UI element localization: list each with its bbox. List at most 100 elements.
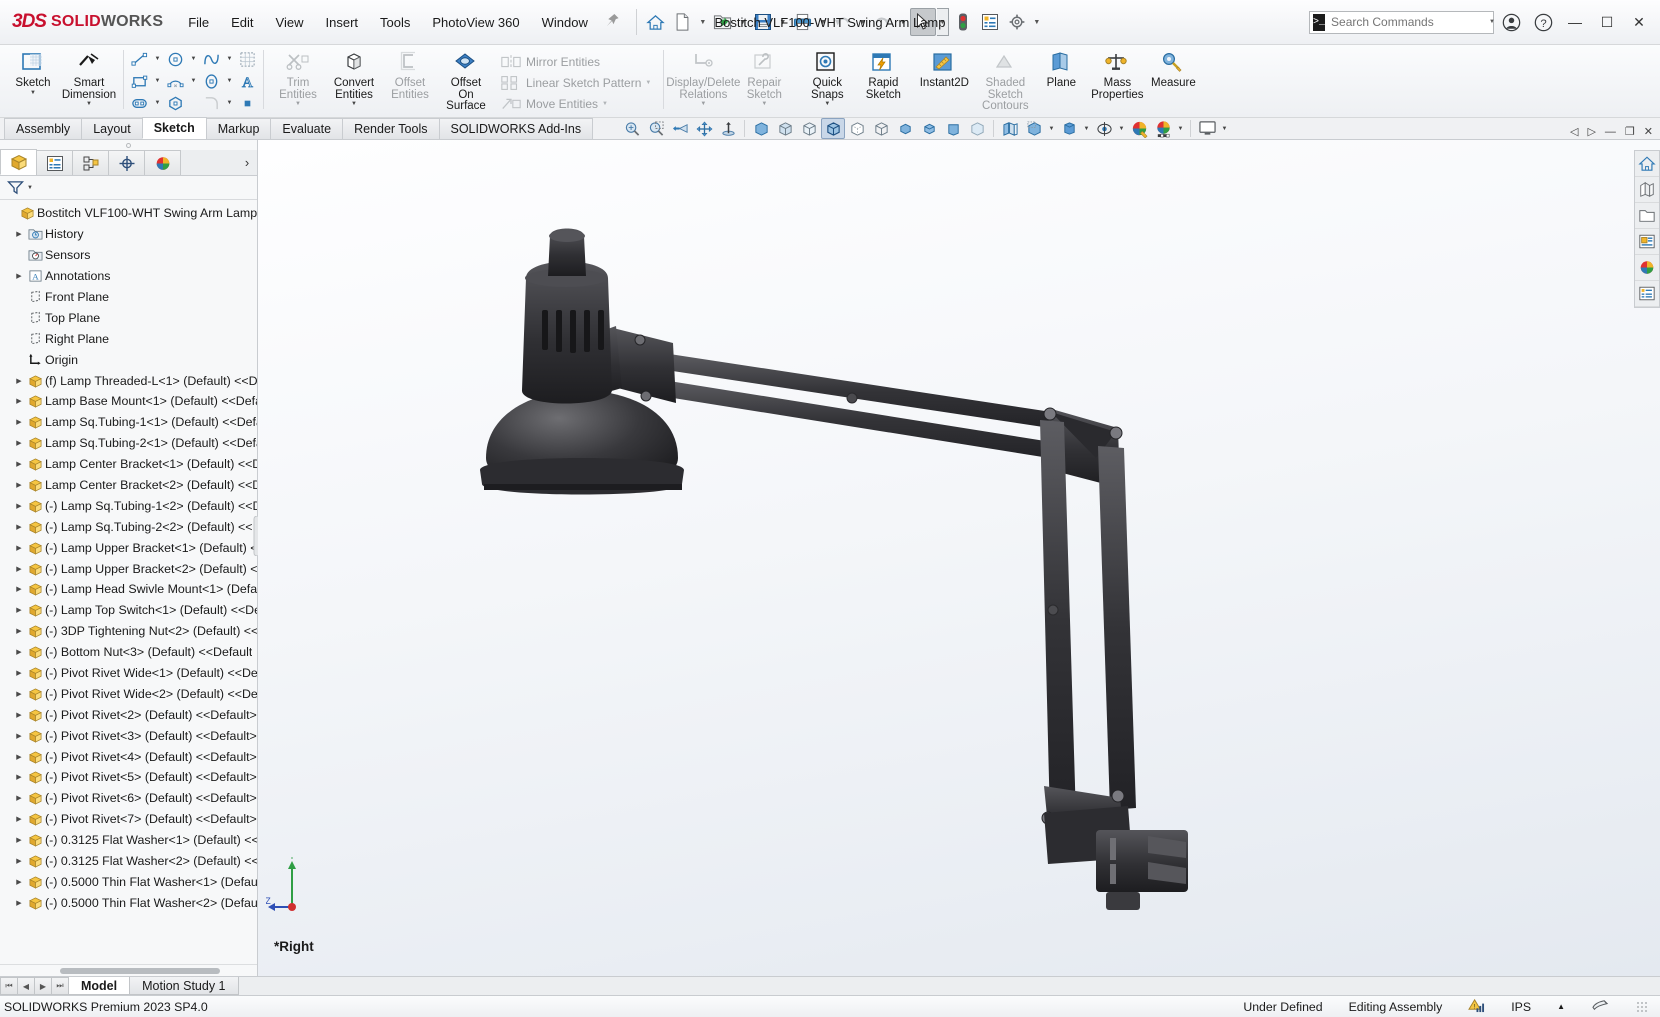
expand-arrow-icon[interactable]: ▶ bbox=[12, 418, 26, 426]
offset-entities-button[interactable]: OffsetEntities ▼ bbox=[382, 46, 438, 108]
instant2d-button[interactable]: Instant2D bbox=[911, 46, 977, 90]
smart-dimension-caret-icon[interactable]: ▼ bbox=[86, 101, 92, 108]
custom-properties-icon[interactable] bbox=[1635, 229, 1659, 255]
move-entities-button[interactable]: Move Entities ▼ bbox=[500, 93, 614, 114]
view-settings-icon[interactable] bbox=[1092, 118, 1116, 139]
polygon-icon[interactable] bbox=[163, 93, 188, 114]
expand-arrow-icon[interactable]: ▶ bbox=[12, 815, 26, 823]
expand-arrow-icon[interactable]: ▶ bbox=[12, 565, 26, 573]
expand-arrow-icon[interactable]: ▶ bbox=[12, 439, 26, 447]
tree-item[interactable]: ▶ (-) Pivot Rivet<4> (Default) <<Default> bbox=[0, 746, 257, 767]
ellipse-icon[interactable] bbox=[199, 71, 224, 92]
shaded-sketch-contours-button[interactable]: Shaded Sketch Contours bbox=[977, 46, 1033, 113]
next-window-button[interactable]: ▷ bbox=[1584, 125, 1598, 138]
slot-caret-icon[interactable]: ▼ bbox=[152, 93, 163, 114]
tree-item[interactable]: ▶ (-) Lamp Head Swivle Mount<1> (Defau bbox=[0, 579, 257, 600]
redo-icon[interactable] bbox=[870, 8, 896, 36]
display-states-icon[interactable] bbox=[1635, 281, 1659, 307]
circle-caret-icon[interactable]: ▼ bbox=[188, 49, 199, 70]
display-delete-relations-caret-icon[interactable]: ▼ bbox=[700, 101, 706, 108]
zoom-to-area-icon[interactable] bbox=[644, 118, 668, 139]
close-button[interactable]: ✕ bbox=[1624, 7, 1654, 37]
pin-icon[interactable] bbox=[599, 13, 630, 32]
convert-entities-button[interactable]: Convert Entities ▼ bbox=[326, 46, 382, 108]
menu-file[interactable]: File bbox=[177, 11, 220, 34]
tree-item[interactable]: ▶ Lamp Sq.Tubing-2<1> (Default) <<Defa bbox=[0, 433, 257, 454]
slot-icon[interactable] bbox=[127, 93, 152, 114]
tree-item[interactable]: ▶ Top Plane bbox=[0, 307, 257, 328]
ellipse-caret-icon[interactable]: ▼ bbox=[224, 71, 235, 92]
expand-arrow-icon[interactable]: ▶ bbox=[12, 711, 26, 719]
expand-arrow-icon[interactable]: ▶ bbox=[12, 627, 26, 635]
expand-arrow-icon[interactable]: ▶ bbox=[12, 544, 26, 552]
tree-item[interactable]: ▶ (-) Pivot Rivet Wide<2> (Default) <<Def bbox=[0, 683, 257, 704]
display-style-hidden-lines-icon[interactable] bbox=[845, 118, 869, 139]
restore-doc-button[interactable]: ❐ bbox=[1622, 125, 1638, 138]
menu-view[interactable]: View bbox=[265, 11, 315, 34]
expand-arrow-icon[interactable]: ▶ bbox=[12, 732, 26, 740]
tree-item[interactable]: ▶ (-) Lamp Top Switch<1> (Default) <<De bbox=[0, 600, 257, 621]
appearance-ball-icon[interactable] bbox=[1127, 118, 1151, 139]
expand-arrow-icon[interactable]: ▶ bbox=[12, 794, 26, 802]
warning-chart-icon[interactable]: ! bbox=[1468, 997, 1485, 1016]
expand-arrow-icon[interactable]: ▶ bbox=[12, 648, 26, 656]
expand-arrow-icon[interactable]: ▶ bbox=[12, 773, 26, 781]
tab-assembly[interactable]: Assembly bbox=[4, 118, 83, 139]
spline-icon[interactable] bbox=[199, 49, 224, 70]
tree-item[interactable]: ▶ (-) Lamp Upper Bracket<1> (Default) << bbox=[0, 537, 257, 558]
expand-arrow-icon[interactable]: ▶ bbox=[12, 857, 26, 865]
prev-window-button[interactable]: ◁ bbox=[1567, 125, 1581, 138]
menu-bar[interactable]: File Edit View Insert Tools PhotoView 36… bbox=[177, 11, 630, 34]
tree-item[interactable]: ▶ (-) 0.3125 Flat Washer<1> (Default) <<D bbox=[0, 830, 257, 851]
display-style-solid-icon[interactable] bbox=[941, 118, 965, 139]
tab-markup[interactable]: Markup bbox=[205, 118, 272, 139]
tree-item[interactable]: ▶ (-) Bottom Nut<3> (Default) <<Default bbox=[0, 642, 257, 663]
tree-root-node[interactable]: ▶ Bostitch VLF100-WHT Swing Arm Lamp (De… bbox=[0, 203, 257, 224]
tree-item[interactable]: ▶ History bbox=[0, 224, 257, 245]
new-document-caret-icon[interactable]: ▼ bbox=[697, 8, 709, 36]
minimize-button[interactable]: — bbox=[1560, 7, 1590, 37]
display-delete-relations-button[interactable]: Display/Delete Relations ▼ bbox=[666, 46, 740, 108]
tab-sketch[interactable]: Sketch bbox=[141, 117, 207, 139]
rectangle-caret-icon[interactable]: ▼ bbox=[152, 71, 163, 92]
expand-arrow-icon[interactable]: ▶ bbox=[12, 585, 26, 593]
display-style-wireframe-icon[interactable] bbox=[869, 118, 893, 139]
print-caret-icon[interactable]: ▼ bbox=[817, 8, 829, 36]
display-style-shaded2-icon[interactable] bbox=[917, 118, 941, 139]
expand-arrow-icon[interactable]: ▶ bbox=[12, 230, 26, 238]
point-icon[interactable] bbox=[235, 93, 260, 114]
select-caret-icon[interactable]: ▼ bbox=[936, 8, 949, 36]
edit-appearance-icon[interactable] bbox=[1022, 118, 1046, 139]
menu-edit[interactable]: Edit bbox=[220, 11, 264, 34]
display-manager-tab[interactable] bbox=[144, 150, 181, 175]
tree-item[interactable]: ▶ Lamp Center Bracket<1> (Default) <<D bbox=[0, 454, 257, 475]
overlay-icon[interactable] bbox=[1591, 997, 1610, 1016]
fillet-icon[interactable] bbox=[199, 93, 224, 114]
expand-arrow-icon[interactable]: ▶ bbox=[12, 836, 26, 844]
tree-item[interactable]: ▶ (-) Pivot Rivet<3> (Default) <<Default> bbox=[0, 725, 257, 746]
help-question-icon[interactable]: ? bbox=[1528, 7, 1558, 37]
trim-grid-icon[interactable] bbox=[235, 49, 260, 70]
gear-options-icon[interactable] bbox=[1004, 8, 1030, 36]
previous-view-icon[interactable] bbox=[668, 118, 692, 139]
tree-item[interactable]: ▶ (-) Pivot Rivet<2> (Default) <<Default> bbox=[0, 704, 257, 725]
undo-icon[interactable] bbox=[830, 8, 856, 36]
folder-icon[interactable] bbox=[1635, 203, 1659, 229]
options-caret-icon[interactable]: ▼ bbox=[1031, 8, 1043, 36]
close-doc-button[interactable]: ✕ bbox=[1641, 125, 1656, 138]
units-caret-icon[interactable]: ▲ bbox=[1557, 1002, 1565, 1011]
tab-render-tools[interactable]: Render Tools bbox=[342, 118, 440, 139]
expand-arrow-icon[interactable]: ▶ bbox=[12, 690, 26, 698]
tree-item[interactable]: ▶ Sensors bbox=[0, 245, 257, 266]
expand-arrow-icon[interactable]: ▶ bbox=[12, 899, 26, 907]
fillet-caret-icon[interactable]: ▼ bbox=[224, 93, 235, 114]
expand-arrow-icon[interactable]: ▶ bbox=[12, 606, 26, 614]
rapid-sketch-button[interactable]: Rapid Sketch bbox=[855, 46, 911, 101]
filter-funnel-icon[interactable] bbox=[7, 180, 24, 195]
expand-arrow-icon[interactable]: ▶ bbox=[12, 460, 26, 468]
tree-item[interactable]: ▶ (-) Pivot Rivet Wide<1> (Default) <<Def bbox=[0, 663, 257, 684]
home-icon[interactable] bbox=[643, 8, 669, 36]
tree-item[interactable]: ▶ Lamp Sq.Tubing-1<1> (Default) <<Defa bbox=[0, 412, 257, 433]
appearance-ball-icon[interactable] bbox=[1635, 255, 1659, 281]
tree-item[interactable]: ▶ (-) Lamp Sq.Tubing-1<2> (Default) <<D bbox=[0, 495, 257, 516]
